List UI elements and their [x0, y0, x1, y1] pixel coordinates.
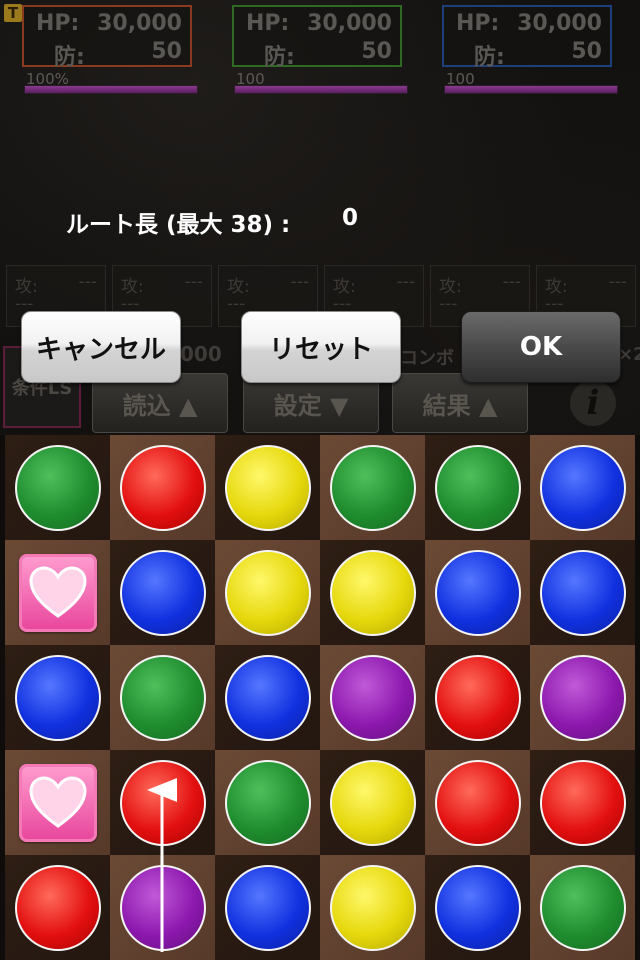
green-orb[interactable] — [119, 654, 206, 741]
board-cell[interactable] — [425, 855, 530, 960]
hp-panel-3: HP: 30,000 防: 50 — [442, 5, 612, 70]
board-cell[interactable] — [215, 645, 320, 750]
heart-orb-icon[interactable] — [18, 763, 97, 842]
red-orb[interactable] — [434, 759, 521, 846]
cancel-button[interactable]: キャンセル — [21, 311, 181, 383]
purple-orb[interactable] — [329, 654, 416, 741]
red-orb[interactable] — [119, 444, 206, 531]
board-cell[interactable] — [530, 540, 635, 645]
green-orb[interactable] — [434, 444, 521, 531]
damage-total-partial: 000 — [180, 342, 222, 366]
board-cell[interactable] — [320, 540, 425, 645]
orb-board[interactable] — [0, 435, 640, 960]
blue-orb[interactable] — [434, 549, 521, 636]
red-orb[interactable] — [119, 759, 206, 846]
board-cell[interactable] — [110, 750, 215, 855]
hp-bar-1 — [24, 85, 198, 94]
board-cell[interactable] — [320, 435, 425, 540]
board-cell[interactable] — [215, 435, 320, 540]
green-orb[interactable] — [224, 759, 311, 846]
yellow-orb[interactable] — [329, 549, 416, 636]
board-cell[interactable] — [320, 750, 425, 855]
board-cell[interactable] — [110, 855, 215, 960]
def-label: 防: — [54, 45, 85, 70]
def-value: 50 — [361, 39, 392, 64]
def-label: 防: — [474, 45, 505, 70]
multiplier-partial: ×2 — [618, 344, 640, 365]
hp-value: 30,000 — [97, 11, 182, 36]
blue-orb[interactable] — [224, 864, 311, 951]
hp-label: HP: — [246, 11, 290, 36]
green-orb[interactable] — [539, 864, 626, 951]
ok-button[interactable]: OK — [461, 311, 621, 383]
heart-orb-icon[interactable] — [18, 553, 97, 632]
board-cell[interactable] — [530, 435, 635, 540]
board-cell[interactable] — [5, 540, 110, 645]
hp-label: HP: — [456, 11, 500, 36]
board-cell[interactable] — [425, 645, 530, 750]
board-cell[interactable] — [5, 435, 110, 540]
hp-value: 30,000 — [517, 11, 602, 36]
board-cell[interactable] — [5, 750, 110, 855]
def-value: 50 — [151, 39, 182, 64]
red-orb[interactable] — [539, 759, 626, 846]
reset-button[interactable]: リセット — [241, 311, 401, 383]
purple-orb[interactable] — [539, 654, 626, 741]
board-cell[interactable] — [110, 435, 215, 540]
yellow-orb[interactable] — [329, 864, 416, 951]
hp-panel-1: HP: 30,000 防: 50 — [22, 5, 192, 70]
board-cell[interactable] — [110, 645, 215, 750]
board-cell[interactable] — [425, 750, 530, 855]
yellow-orb[interactable] — [224, 444, 311, 531]
def-label: 防: — [264, 45, 295, 70]
info-icon[interactable]: i — [570, 380, 616, 426]
hp-value: 30,000 — [307, 11, 392, 36]
green-orb[interactable] — [14, 444, 101, 531]
blue-orb[interactable] — [14, 654, 101, 741]
yellow-orb[interactable] — [224, 549, 311, 636]
combo-label-partial: コンボ — [400, 348, 454, 369]
blue-orb[interactable] — [434, 864, 521, 951]
board-cell[interactable] — [530, 750, 635, 855]
board-cell[interactable] — [215, 855, 320, 960]
route-length-value: 0 — [342, 205, 359, 231]
board-cell[interactable] — [425, 435, 530, 540]
hp-bar-2 — [234, 85, 408, 94]
route-length-label: ルート長 (最大 38) : — [66, 212, 291, 238]
def-value: 50 — [571, 39, 602, 64]
route-length: ルート長 (最大 38) : 0 — [66, 205, 358, 239]
board-cell[interactable] — [5, 855, 110, 960]
board-cell[interactable] — [215, 750, 320, 855]
board-cell[interactable] — [110, 540, 215, 645]
team-badge: T — [4, 4, 22, 22]
blue-orb[interactable] — [539, 444, 626, 531]
blue-orb[interactable] — [539, 549, 626, 636]
blue-orb[interactable] — [224, 654, 311, 741]
board-cell[interactable] — [5, 645, 110, 750]
board-cell[interactable] — [320, 855, 425, 960]
hp-label: HP: — [36, 11, 80, 36]
blue-orb[interactable] — [119, 549, 206, 636]
hp-bar-3 — [444, 85, 618, 94]
red-orb[interactable] — [14, 864, 101, 951]
board-cell[interactable] — [320, 645, 425, 750]
yellow-orb[interactable] — [329, 759, 416, 846]
board-cell[interactable] — [425, 540, 530, 645]
purple-orb[interactable] — [119, 864, 206, 951]
green-orb[interactable] — [329, 444, 416, 531]
hp-panel-2: HP: 30,000 防: 50 — [232, 5, 402, 70]
board-cell[interactable] — [530, 645, 635, 750]
board-cell[interactable] — [215, 540, 320, 645]
red-orb[interactable] — [434, 654, 521, 741]
board-cell[interactable] — [530, 855, 635, 960]
